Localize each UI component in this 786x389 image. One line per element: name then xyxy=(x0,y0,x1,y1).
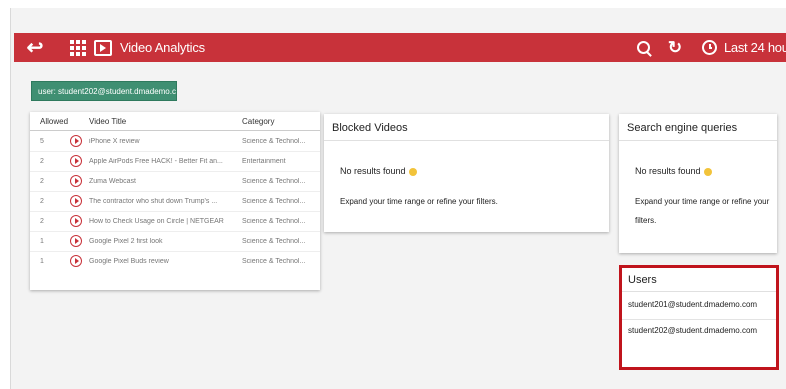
cell-category: Science & Technol... xyxy=(242,178,306,185)
search-icon[interactable] xyxy=(634,33,652,62)
cell-video-title: How to Check Usage on Circle | NETGEAR xyxy=(89,218,224,225)
divider xyxy=(622,291,776,292)
cell-category: Science & Technol... xyxy=(242,238,306,245)
apps-grid-icon[interactable] xyxy=(70,33,86,62)
table-row[interactable]: 2 The contractor who shut down Trump's .… xyxy=(30,192,320,212)
divider xyxy=(324,140,609,141)
table-row[interactable]: 1 Google Pixel Buds review Science & Tec… xyxy=(30,252,320,271)
play-circle-icon[interactable] xyxy=(70,235,82,247)
no-results-message: No results found xyxy=(635,166,712,176)
cell-category: Science & Technol... xyxy=(242,258,306,265)
empty-hint-line: filters. xyxy=(635,216,657,225)
cell-allowed: 1 xyxy=(40,258,44,265)
videos-table-card: Allowed Video Title Category 5 iPhone X … xyxy=(30,112,320,290)
card-title: Search engine queries xyxy=(627,122,738,134)
cell-video-title: Google Pixel Buds review xyxy=(89,258,169,265)
smiley-icon xyxy=(703,167,712,176)
empty-hint: Expand your time range or refine your fi… xyxy=(340,197,498,206)
no-results-text: No results found xyxy=(635,166,701,176)
no-results-message: No results found xyxy=(340,166,417,176)
table-row[interactable]: 2 Zuma Webcast Science & Technol... xyxy=(30,172,320,192)
column-header-allowed[interactable]: Allowed xyxy=(40,117,68,126)
cell-video-title: The contractor who shut down Trump's ... xyxy=(89,198,218,205)
cell-allowed: 2 xyxy=(40,198,44,205)
play-circle-icon[interactable] xyxy=(70,215,82,227)
cell-video-title: Apple AirPods Free HACK! - Better Fit an… xyxy=(89,158,223,165)
back-arrow-icon[interactable]: ↩ xyxy=(24,33,46,62)
cell-video-title: iPhone X review xyxy=(89,138,140,145)
user-filter-chip[interactable]: user: student202@student.dmademo.com xyxy=(31,81,177,101)
users-card: Users student201@student.dmademo.com stu… xyxy=(619,265,779,370)
cell-category: Science & Technol... xyxy=(242,218,306,225)
no-results-text: No results found xyxy=(340,166,406,176)
cell-allowed: 2 xyxy=(40,178,44,185)
video-play-icon xyxy=(94,33,112,62)
clock-icon[interactable] xyxy=(700,33,718,62)
table-row[interactable]: 1 Google Pixel 2 first look Science & Te… xyxy=(30,232,320,252)
play-circle-icon[interactable] xyxy=(70,195,82,207)
play-circle-icon[interactable] xyxy=(70,255,82,267)
app-title: Video Analytics xyxy=(120,40,205,55)
cell-allowed: 5 xyxy=(40,138,44,145)
cell-category: Science & Technol... xyxy=(242,198,306,205)
search-queries-card: Search engine queries No results found E… xyxy=(619,114,777,253)
time-range-selector[interactable]: Last 24 hours xyxy=(724,33,786,62)
column-header-video-title[interactable]: Video Title xyxy=(89,117,126,126)
table-row[interactable]: 2 Apple AirPods Free HACK! - Better Fit … xyxy=(30,152,320,172)
empty-hint: Expand your time range or refine your fil… xyxy=(635,192,769,230)
cell-allowed: 1 xyxy=(40,238,44,245)
play-circle-icon[interactable] xyxy=(70,155,82,167)
divider xyxy=(622,319,776,320)
smiley-icon xyxy=(408,167,417,176)
user-list-item[interactable]: student201@student.dmademo.com xyxy=(628,300,757,309)
column-header-category[interactable]: Category xyxy=(242,117,274,126)
cell-allowed: 2 xyxy=(40,158,44,165)
card-title: Blocked Videos xyxy=(332,122,408,134)
cell-allowed: 2 xyxy=(40,218,44,225)
top-app-bar: ↩ Video Analytics ↻ Last 24 hours xyxy=(14,33,786,62)
table-row[interactable]: 2 How to Check Usage on Circle | NETGEAR… xyxy=(30,212,320,232)
cell-category: Science & Technol... xyxy=(242,138,306,145)
play-circle-icon[interactable] xyxy=(70,135,82,147)
card-title: Users xyxy=(628,274,657,286)
cell-video-title: Google Pixel 2 first look xyxy=(89,238,163,245)
empty-hint-line: Expand your time range or refine your xyxy=(635,197,770,206)
play-circle-icon[interactable] xyxy=(70,175,82,187)
table-row[interactable]: 5 iPhone X review Science & Technol... xyxy=(30,132,320,152)
user-list-item[interactable]: student202@student.dmademo.com xyxy=(628,326,757,335)
table-header: Allowed Video Title Category xyxy=(30,112,320,131)
cell-category: Entertainment xyxy=(242,158,286,165)
cell-video-title: Zuma Webcast xyxy=(89,178,136,185)
divider xyxy=(619,140,777,141)
blocked-videos-card: Blocked Videos No results found Expand y… xyxy=(324,114,609,232)
refresh-icon[interactable]: ↻ xyxy=(666,33,684,62)
